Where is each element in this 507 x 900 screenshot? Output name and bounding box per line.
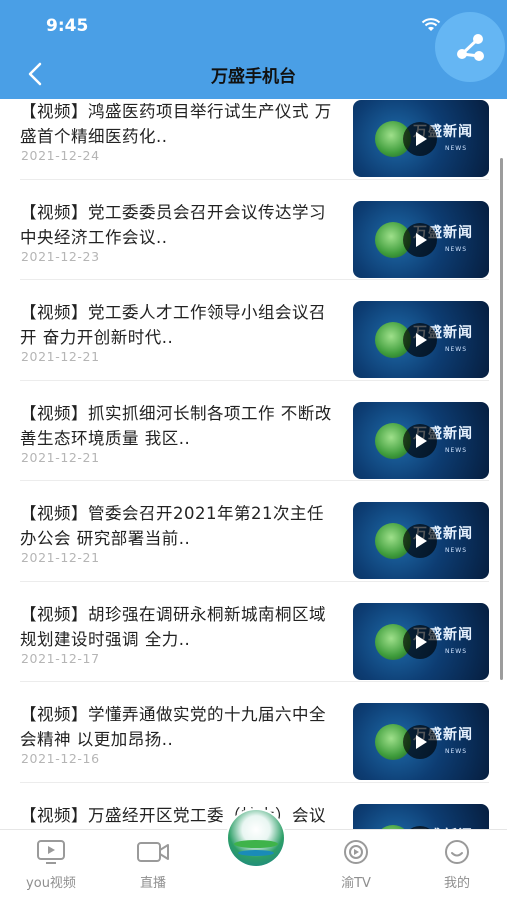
news-title: 【视频】党工委委员会召开会议传达学习中央经济工作会议.. <box>20 202 326 247</box>
smile-icon <box>445 840 469 864</box>
news-list[interactable]: 【视频】鸿盛医药项目举行试生产仪式 万盛首个精细医药化.. 2021-12-24… <box>0 79 507 883</box>
thumbnail-brand-en: NEWS <box>445 145 468 152</box>
play-icon[interactable] <box>403 725 437 759</box>
page-title: 万盛手机台 <box>211 67 296 87</box>
tab-label: you视频 <box>26 876 76 891</box>
thumbnail-brand-en: NEWS <box>445 346 468 353</box>
news-title: 【视频】胡珍强在调研永桐新城南桐区域规划建设时强调 全力.. <box>20 604 326 649</box>
status-time: 9:45 <box>46 16 89 36</box>
tab-center-home[interactable] <box>226 808 286 868</box>
center-logo-icon <box>228 810 284 866</box>
video-thumbnail[interactable]: 万盛新闻 NEWS <box>353 301 489 378</box>
tab-you-video[interactable]: you视频 <box>11 838 91 891</box>
play-icon[interactable] <box>403 122 437 156</box>
yu-tv-icon <box>344 840 368 864</box>
news-title: 【视频】管委会召开2021年第21次主任办公会 研究部署当前.. <box>20 504 324 548</box>
video-thumbnail[interactable]: 万盛新闻 NEWS <box>353 401 489 479</box>
news-title: 【视频】鸿盛医药项目举行试生产仪式 万盛首个精细医药化.. <box>20 102 332 146</box>
app-header: 9:45 万盛手机台 <box>0 0 507 99</box>
news-date: 2021-12-21 <box>21 349 100 364</box>
tab-live[interactable]: 直播 <box>113 838 193 891</box>
video-thumbnail[interactable]: 万盛新闻 NEWS <box>353 502 489 579</box>
news-date: 2021-12-21 <box>21 449 100 465</box>
news-item[interactable]: 【视频】学懂弄通做实党的十九届六中全会精神 以更加昂扬.. 2021-12-16… <box>20 682 489 783</box>
play-icon[interactable] <box>403 323 437 357</box>
tab-yu-tv[interactable]: 渝TV <box>316 838 396 891</box>
news-title: 【视频】学懂弄通做实党的十九届六中全会精神 以更加昂扬.. <box>20 705 326 749</box>
status-bar: 9:45 <box>0 0 507 82</box>
tab-mine[interactable]: 我的 <box>417 838 497 891</box>
play-icon[interactable] <box>403 524 437 558</box>
video-thumbnail[interactable]: 万盛新闻 NEWS <box>353 100 489 177</box>
play-icon[interactable] <box>403 624 437 659</box>
news-item[interactable]: 【视频】党工委人才工作领导小组会议召开 奋力开创新时代.. 2021-12-21… <box>20 280 489 381</box>
news-date: 2021-12-24 <box>21 148 100 163</box>
news-item[interactable]: 【视频】胡珍强在调研永桐新城南桐区域规划建设时强调 全力.. 2021-12-1… <box>20 582 489 682</box>
tab-label: 我的 <box>443 876 470 891</box>
video-camera-icon <box>137 842 169 862</box>
play-icon[interactable] <box>403 222 437 257</box>
thumbnail-brand-en: NEWS <box>445 647 468 655</box>
news-date: 2021-12-17 <box>21 650 100 666</box>
news-date: 2021-12-23 <box>21 248 100 264</box>
thumbnail-brand-en: NEWS <box>445 446 468 454</box>
news-item[interactable]: 【视频】管委会召开2021年第21次主任办公会 研究部署当前.. 2021-12… <box>20 481 489 582</box>
bottom-tab-bar: you视频 直播 渝TV 我的 <box>0 808 507 900</box>
news-title: 【视频】抓实抓细河长制各项工作 不断改善生态环境质量 我区.. <box>20 403 332 448</box>
thumbnail-brand-en: NEWS <box>445 547 468 554</box>
news-item[interactable]: 【视频】抓实抓细河长制各项工作 不断改善生态环境质量 我区.. 2021-12-… <box>20 381 489 481</box>
news-date: 2021-12-21 <box>21 550 100 565</box>
video-thumbnail[interactable]: 万盛新闻 NEWS <box>353 703 489 780</box>
news-date: 2021-12-16 <box>21 751 100 766</box>
news-title: 【视频】党工委人才工作领导小组会议召开 奋力开创新时代.. <box>20 303 326 347</box>
video-thumbnail[interactable]: 万盛新闻 NEWS <box>353 200 489 278</box>
tv-play-icon <box>37 840 65 864</box>
list-scrollbar[interactable] <box>500 158 503 680</box>
news-item[interactable]: 【视频】党工委委员会召开会议传达学习中央经济工作会议.. 2021-12-23 … <box>20 180 489 280</box>
thumbnail-brand-en: NEWS <box>445 748 468 755</box>
nav-bar: 万盛手机台 <box>0 48 507 99</box>
tab-label: 渝TV <box>341 876 371 891</box>
thumbnail-brand-en: NEWS <box>445 245 468 253</box>
app-screen: 【视频】鸿盛医药项目举行试生产仪式 万盛首个精细医药化.. 2021-12-24… <box>0 0 507 900</box>
tab-label: 直播 <box>139 876 166 891</box>
play-icon[interactable] <box>403 423 437 458</box>
video-thumbnail[interactable]: 万盛新闻 NEWS <box>353 602 489 680</box>
